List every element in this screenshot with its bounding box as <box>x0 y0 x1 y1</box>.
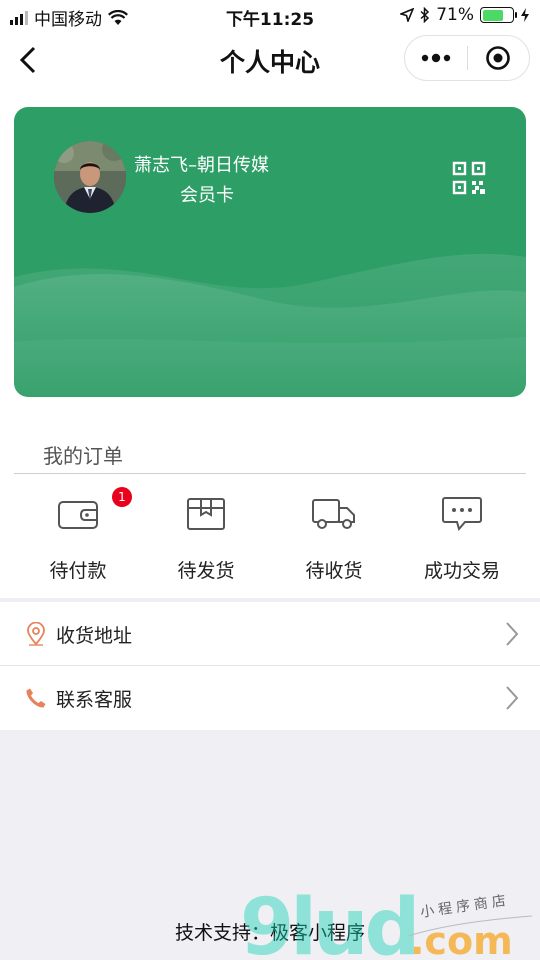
battery-fill <box>482 9 504 21</box>
avatar-portrait <box>54 141 126 213</box>
avatar[interactable] <box>54 141 126 213</box>
order-pending-payment[interactable]: 1 待付款 <box>14 487 142 586</box>
mini-program-capsule <box>404 35 530 81</box>
package-icon <box>182 494 230 534</box>
wallet-icon <box>54 494 102 534</box>
tech-support-footer: 技术支持：极客小程序 <box>174 922 365 944</box>
qr-code-icon <box>452 161 486 195</box>
order-status-row: 1 待付款 待发货 待收货 成功交易 <box>0 487 540 586</box>
content-area: 萧志飞–朝日传媒 会员卡 我的订单 1 待付款 待发货 待收货 成功交易 <box>0 90 540 598</box>
order-label: 待发货 <box>177 560 235 582</box>
menu-item-shipping-address[interactable]: 收货地址 <box>0 602 540 666</box>
order-pending-receipt[interactable]: 待收货 <box>270 490 398 586</box>
my-orders-header[interactable]: 我的订单 <box>14 430 526 474</box>
unpaid-count-badge: 1 <box>112 487 132 507</box>
location-arrow-icon <box>400 8 415 22</box>
qr-code-button[interactable] <box>452 161 486 195</box>
order-completed[interactable]: 成功交易 <box>398 490 526 586</box>
chevron-right-icon <box>506 686 519 710</box>
menu-label: 收货地址 <box>56 625 133 647</box>
settings-menu: 收货地址 联系客服 <box>0 602 540 730</box>
target-close-icon <box>486 46 511 70</box>
location-pin-icon <box>24 622 48 646</box>
more-button[interactable] <box>405 36 467 80</box>
truck-icon <box>310 494 358 534</box>
more-dots-icon <box>421 53 450 63</box>
member-card[interactable]: 萧志飞–朝日传媒 会员卡 <box>14 107 526 397</box>
member-name: 萧志飞–朝日传媒 <box>134 155 269 176</box>
battery-icon <box>480 7 517 23</box>
my-orders-title: 我的订单 <box>43 444 123 468</box>
nav-bar: 个人中心 <box>0 30 540 90</box>
order-pending-shipment[interactable]: 待发货 <box>142 490 270 586</box>
order-label: 待付款 <box>49 560 107 582</box>
status-bar: 中国移动 下午11:25 71% <box>0 0 540 30</box>
close-mini-program-button[interactable] <box>468 36 530 80</box>
chevron-right-icon <box>506 622 519 646</box>
watermark-tagline: 小程序商店 <box>419 893 510 921</box>
menu-item-customer-service[interactable]: 联系客服 <box>0 666 540 730</box>
order-label: 待收货 <box>305 560 363 582</box>
card-type-label: 会员卡 <box>180 185 234 206</box>
bluetooth-icon <box>420 7 430 23</box>
order-label: 成功交易 <box>423 560 500 582</box>
phone-icon <box>24 686 48 710</box>
charging-icon <box>521 8 529 22</box>
battery-percent: 71% <box>436 5 474 25</box>
menu-label: 联系客服 <box>56 689 133 711</box>
status-right: 71% <box>400 5 530 25</box>
chat-icon <box>438 494 486 534</box>
